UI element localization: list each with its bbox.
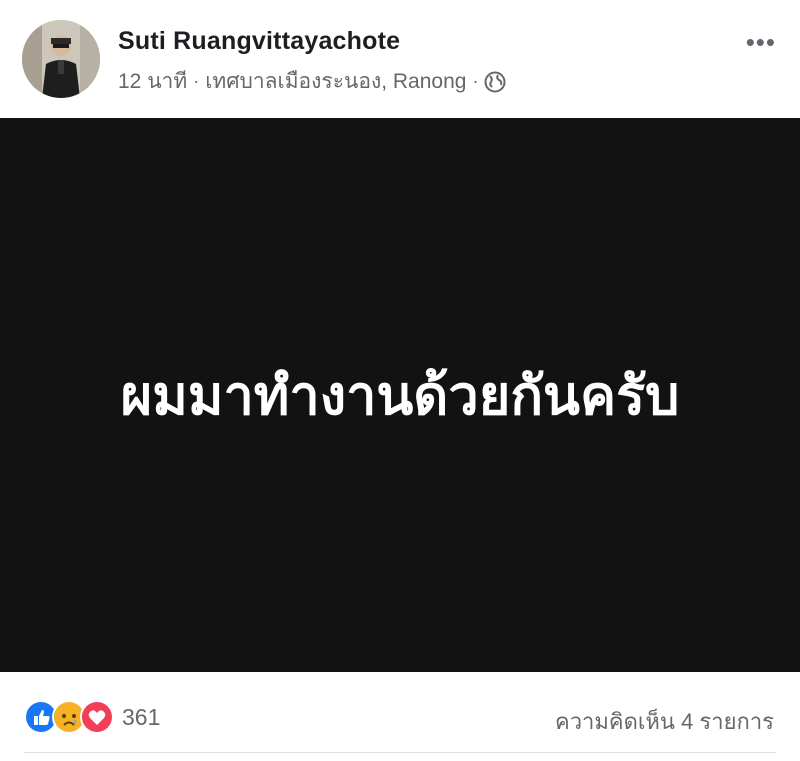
globe-icon (484, 71, 506, 93)
post-footer: 361 ความคิดเห็น 4 รายการ (0, 672, 800, 761)
author-avatar[interactable] (22, 20, 100, 98)
author-name[interactable]: Suti Ruangvittayachote (118, 27, 400, 56)
footer-divider (24, 752, 776, 753)
post-image[interactable]: ผมมาทำงานด้วยกันครับ (0, 118, 800, 672)
reaction-count: 361 (122, 703, 161, 730)
more-options-icon[interactable]: ••• (746, 29, 776, 55)
comments-link[interactable]: ความคิดเห็น 4 รายการ (555, 704, 774, 739)
post-meta: 12 นาที · เทศบาลเมืองระนอง, Ranong · (118, 65, 506, 98)
post-time[interactable]: 12 นาที (118, 65, 187, 98)
meta-separator: · (472, 71, 479, 91)
love-reaction-icon (80, 700, 114, 734)
post-header: Suti Ruangvittayachote 12 นาที · เทศบาลเ… (0, 0, 800, 118)
post-location[interactable]: เทศบาลเมืองระนอง, Ranong (205, 65, 466, 98)
post-image-text: ผมมาทำงานด้วยกันครับ (120, 364, 680, 427)
reaction-summary[interactable]: 361 (24, 700, 160, 734)
meta-separator: · (193, 71, 200, 91)
